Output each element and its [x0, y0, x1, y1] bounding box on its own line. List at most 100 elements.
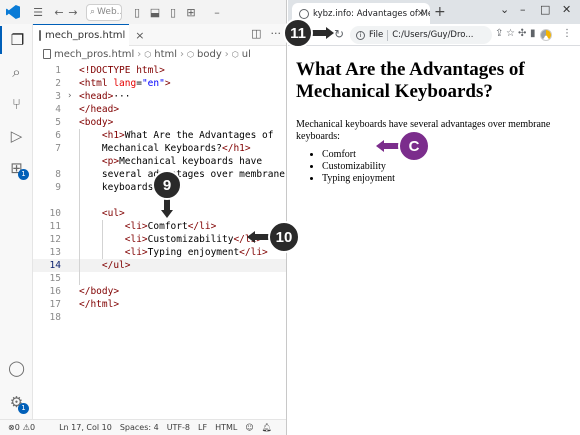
code-text: <!DOCTYPE html> — [79, 65, 165, 76]
vscode-window: ☰ ← → ⌕ Web... ▯ ⬓ ▯ ⊞ – ❐ ⌕ ⑂ ▷ ⊞ 1 ◯ ⚙… — [0, 0, 287, 435]
code-line[interactable]: 1 <!DOCTYPE html> — [33, 64, 286, 77]
search-view-icon[interactable]: ⌕ — [0, 58, 33, 86]
new-tab-icon[interactable]: + — [434, 4, 446, 20]
encoding[interactable]: UTF-8 — [167, 423, 190, 432]
code-line[interactable]: 3 › <head>··· — [33, 90, 286, 103]
maximize-icon[interactable]: □ — [540, 3, 550, 16]
customize-layout-icon[interactable]: ⊞ — [184, 6, 198, 19]
chrome-window: kybz.info: Advantages of Mecha × + ⌄ – □… — [288, 0, 580, 435]
code-line[interactable]: 18 — [33, 311, 286, 324]
code-text: <head>··· — [79, 91, 131, 102]
minimize-icon[interactable]: – — [210, 6, 224, 19]
language-mode[interactable]: HTML — [215, 423, 237, 432]
chevron-right-icon: › — [224, 48, 229, 60]
browser-tab[interactable]: kybz.info: Advantages of Mecha × — [292, 3, 430, 24]
line-number: 10 — [49, 208, 61, 219]
more-menu-icon[interactable]: ⋮ — [562, 28, 572, 39]
callout-10-arrow — [247, 231, 269, 243]
source-control-icon[interactable]: ⑂ — [0, 90, 33, 118]
line-number: 13 — [49, 247, 61, 258]
info-icon[interactable]: i — [356, 30, 365, 40]
code-line[interactable]: 15 — [33, 272, 286, 285]
list-item: Comfort — [322, 149, 572, 161]
code-text: <li>Comfort</li> — [124, 221, 217, 232]
callout-9-arrow — [161, 198, 173, 218]
bookmark-star-icon[interactable]: ☆ — [506, 28, 515, 39]
list-item: Typing enjoyment — [322, 173, 572, 185]
errors-count[interactable]: 0 — [15, 423, 20, 432]
end-of-line[interactable]: LF — [198, 423, 207, 432]
callout-10-label: 10 — [275, 228, 293, 246]
status-bar: ⊗ 0 ⚠ 0 Ln 17, Col 10 Spaces: 4 UTF-8 LF… — [0, 419, 286, 435]
cursor-position[interactable]: Ln 17, Col 10 — [59, 423, 112, 432]
run-debug-icon[interactable]: ▷ — [0, 122, 33, 150]
toggle-sidebar-icon[interactable]: ▯ — [130, 6, 144, 19]
code-text: <h1>What Are the Advantages of — [101, 130, 274, 141]
notifications-bell-icon[interactable]: 🔔︎ — [262, 423, 272, 432]
code-line[interactable]: 7 Mechanical Keyboards?</h1> — [33, 142, 286, 155]
warnings-icon[interactable]: ⚠ — [23, 423, 30, 432]
callout-C: C — [398, 130, 430, 162]
code-line[interactable]: 4 </head> — [33, 103, 286, 116]
callout-9-label: 9 — [162, 176, 172, 194]
close-window-icon[interactable]: ✕ — [562, 3, 571, 16]
code-line[interactable]: 16 </body> — [33, 285, 286, 298]
errors-icon[interactable]: ⊗ — [8, 423, 15, 432]
code-text: <li>Customizability</li> — [124, 234, 263, 245]
line-number: 1 — [55, 65, 61, 76]
fold-chevron-icon[interactable]: › — [67, 90, 72, 103]
activity-bar: ❐ ⌕ ⑂ ▷ ⊞ 1 ◯ ⚙ 1 — [0, 24, 33, 419]
code-line[interactable]: <p>Mechanical keyboards have — [33, 155, 286, 168]
command-center-search[interactable]: ⌕ Web... — [86, 3, 122, 21]
toggle-panel-icon[interactable]: ⬓ — [148, 6, 162, 19]
indentation[interactable]: Spaces: 4 — [120, 423, 159, 432]
side-panel-icon[interactable]: ▮ — [530, 28, 536, 39]
share-icon[interactable]: ⇪ — [495, 28, 503, 39]
breadcrumb-html[interactable]: html — [154, 49, 177, 60]
breadcrumb-file[interactable]: mech_pros.html — [54, 49, 134, 60]
address-bar[interactable]: i File C:/Users/Guy/Dro... — [350, 26, 492, 44]
split-editor-icon[interactable]: ◫ — [251, 27, 261, 40]
extensions-puzzle-icon[interactable]: ✣ — [518, 28, 526, 39]
extensions-icon[interactable]: ⊞ 1 — [0, 154, 33, 182]
warnings-count[interactable]: 0 — [30, 423, 35, 432]
close-tab-icon[interactable]: × — [135, 29, 144, 42]
code-line[interactable]: 2 <html lang="en"> — [33, 77, 286, 90]
tag-icon: ⬡ — [187, 49, 195, 59]
close-tab-icon[interactable]: × — [417, 8, 425, 19]
feedback-icon[interactable]: ☺ — [245, 423, 253, 432]
code-line[interactable]: 6 <h1>What Are the Advantages of — [33, 129, 286, 142]
code-text: <html lang="en"> — [79, 78, 171, 89]
forward-arrow-icon[interactable]: → — [66, 6, 80, 19]
breadcrumb-ul[interactable]: ul — [242, 49, 251, 60]
line-number: 4 — [55, 104, 61, 115]
callout-11: 11 — [283, 18, 313, 48]
minimize-icon[interactable]: – — [520, 3, 526, 16]
reload-icon[interactable]: ↻ — [334, 27, 344, 41]
back-arrow-icon[interactable]: ← — [52, 6, 66, 19]
menu-icon[interactable]: ☰ — [30, 6, 46, 19]
more-actions-icon[interactable]: ··· — [271, 27, 282, 40]
toggle-secondary-sidebar-icon[interactable]: ▯ — [166, 6, 180, 19]
settings-badge: 1 — [18, 403, 29, 414]
explorer-icon[interactable]: ❐ — [0, 26, 33, 54]
accounts-icon[interactable]: ◯ — [0, 354, 33, 382]
tab-search-icon[interactable]: ⌄ — [500, 3, 509, 16]
breadcrumb-body[interactable]: body — [197, 49, 222, 60]
code-text: </head> — [79, 104, 120, 115]
editor-tab-mech-pros[interactable]: mech_pros.html × — [33, 24, 144, 46]
vscode-titlebar: ☰ ← → ⌕ Web... ▯ ⬓ ▯ ⊞ – — [0, 0, 286, 24]
line-number: 11 — [49, 221, 61, 232]
code-line[interactable]: 10 <ul> — [33, 207, 286, 220]
line-number: 3 — [55, 91, 61, 102]
code-text: <li>Typing enjoyment</li> — [124, 247, 268, 258]
globe-icon — [299, 8, 309, 19]
code-line[interactable]: 14 </ul> — [33, 259, 286, 272]
code-line[interactable]: 5 <body> — [33, 116, 286, 129]
manage-gear-icon[interactable]: ⚙ 1 — [0, 388, 33, 416]
code-text: </body> — [79, 286, 120, 297]
code-line[interactable]: 17 </html> — [33, 298, 286, 311]
code-line[interactable]: 13 <li>Typing enjoyment</li> — [33, 246, 286, 259]
profile-avatar[interactable] — [540, 29, 552, 41]
callout-9: 9 — [152, 170, 182, 200]
